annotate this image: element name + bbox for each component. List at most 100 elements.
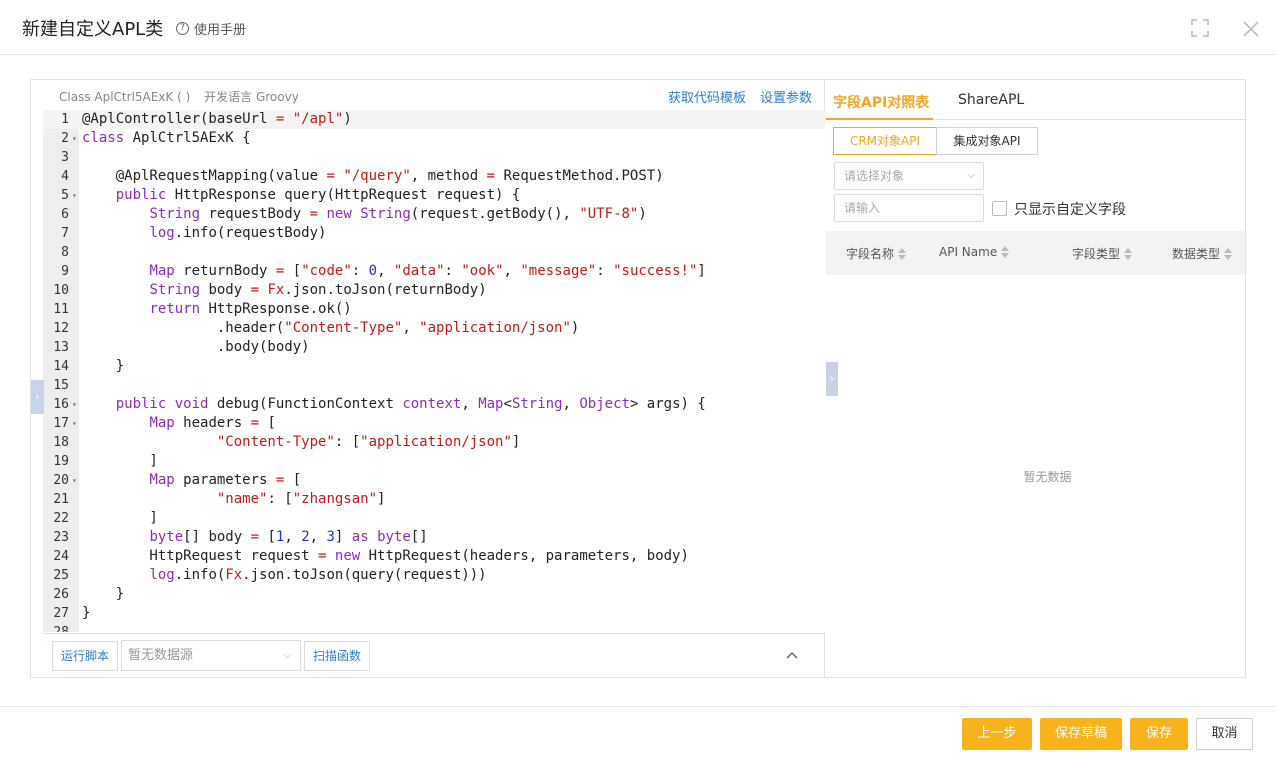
code-line[interactable]: 16 ▾ public void debug(FunctionContext co… <box>43 395 825 414</box>
code-text: public HttpResponse query(HttpRequest re… <box>115 187 521 203</box>
code-line[interactable]: 22 ] <box>43 509 825 528</box>
line-number: 22 <box>53 511 69 526</box>
code-line[interactable]: 11 return HttpResponse.ok() <box>43 300 825 319</box>
code-editor[interactable]: 1 @AplController(baseUrl = "/apl") 2 ▾ class… <box>43 110 825 632</box>
line-number: 4 <box>61 169 69 184</box>
code-text: class AplCtrl5AExK { <box>82 130 251 146</box>
chevron-up-icon[interactable] <box>785 648 799 662</box>
run-script-button[interactable]: 运行脚本 <box>52 641 118 671</box>
code-line[interactable]: 13 .body(body) <box>43 338 825 357</box>
line-number: 24 <box>53 549 69 564</box>
save-button[interactable]: 保存 <box>1130 718 1188 750</box>
scan-functions-button[interactable]: 扫描函数 <box>304 641 370 671</box>
column-data-type[interactable]: 数据类型 <box>1172 245 1233 262</box>
column-api-name[interactable]: API Name <box>939 245 1010 259</box>
code-text: HttpRequest request = new HttpRequest(he… <box>82 548 689 564</box>
empty-state: 暂无数据 <box>1023 470 1072 484</box>
code-line[interactable]: 21 "name": ["zhangsan"] <box>43 490 825 509</box>
tab-shareapl[interactable]: ShareAPL <box>958 92 1024 108</box>
code-line[interactable]: 6 String requestBody = new String(reques… <box>43 205 825 224</box>
code-line[interactable]: 4 @AplRequestMapping(value = "/query", m… <box>43 167 825 186</box>
cancel-button[interactable]: 取消 <box>1196 718 1253 750</box>
sort-icon[interactable] <box>898 247 907 260</box>
dialog-title: 新建自定义APL类 <box>22 19 164 40</box>
chevron-down-icon: ⌵ <box>967 170 975 181</box>
code-line[interactable]: 17 ▾ Map headers = [ <box>43 414 825 433</box>
tab-field-api[interactable]: 字段API对照表 <box>833 92 929 112</box>
line-number: 14 <box>53 359 69 374</box>
code-text: ] <box>82 453 158 469</box>
line-number: 1 <box>61 112 69 127</box>
code-line[interactable]: 19 ] <box>43 452 825 471</box>
prev-step-button[interactable]: 上一步 <box>962 718 1032 750</box>
save-draft-button[interactable]: 保存草稿 <box>1040 718 1122 750</box>
code-line[interactable]: 18 "Content-Type": ["application/json"] <box>43 433 825 452</box>
fold-toggle-icon[interactable]: ▾ <box>72 414 77 433</box>
code-line[interactable]: 9 Map returnBody = ["code": 0, "data": "… <box>43 262 825 281</box>
fold-toggle-icon[interactable]: ▾ <box>72 395 77 414</box>
fold-toggle-icon[interactable]: ▾ <box>72 186 77 205</box>
code-text: } <box>82 586 125 602</box>
code-line[interactable]: 1 @AplController(baseUrl = "/apl") <box>43 110 825 129</box>
column-field-type[interactable]: 字段类型 <box>1072 245 1133 262</box>
code-text: } <box>82 358 125 374</box>
column-label: 字段名称 <box>846 247 895 261</box>
code-text: log.info(Fx.json.toJson(query(request))) <box>149 567 487 583</box>
right-tabs: 字段API对照表 ShareAPL <box>826 80 1245 120</box>
custom-fields-label[interactable]: 只显示自定义字段 <box>1014 199 1126 219</box>
column-field-name[interactable]: 字段名称 <box>846 245 907 262</box>
fullscreen-icon[interactable] <box>1191 19 1209 37</box>
code-line[interactable]: 12 .header("Content-Type", "application/… <box>43 319 825 338</box>
table-header: 字段名称 API Name 字段类型 数据类型 <box>826 231 1245 275</box>
set-params-link[interactable]: 设置参数 <box>760 87 812 106</box>
datasource-select[interactable]: 暂无数据源 ⌵ <box>121 640 301 671</box>
code-line[interactable]: 8 <box>43 243 825 262</box>
editor-toolbar: 运行脚本 暂无数据源 ⌵ 扫描函数 <box>43 633 825 677</box>
code-line[interactable]: 10 String body = Fx.json.toJson(returnBo… <box>43 281 825 300</box>
line-number: 3 <box>61 150 69 165</box>
code-line[interactable]: 15 <box>43 376 825 395</box>
code-text: return HttpResponse.ok() <box>149 301 352 317</box>
search-input[interactable]: 请输入 <box>834 194 984 222</box>
sort-icon[interactable] <box>1001 246 1010 258</box>
help-label: 使用手册 <box>194 23 247 38</box>
code-line[interactable]: 7 log.info(requestBody) <box>43 224 825 243</box>
line-number: 18 <box>53 435 69 450</box>
left-collapse-toggle[interactable]: › <box>31 380 44 414</box>
line-number: 10 <box>53 283 69 298</box>
editor-panel: Class AplCtrl5AExK ( ) 开发语言 Groovy 获取代码模… <box>30 79 1246 678</box>
code-line[interactable]: 5 ▾ public HttpResponse query(HttpRequest… <box>43 186 825 205</box>
sort-icon[interactable] <box>1224 247 1233 260</box>
dialog-header: 新建自定义APL类 ? 使用手册 <box>0 0 1276 55</box>
code-line[interactable]: 23 byte[] body = [1, 2, 3] as byte[] <box>43 528 825 547</box>
code-line[interactable]: 27} <box>43 604 825 623</box>
code-text: @AplController(baseUrl = "/apl") <box>82 111 352 127</box>
code-line[interactable]: 25 log.info(Fx.json.toJson(query(request… <box>43 566 825 585</box>
code-line[interactable]: 2 ▾ class AplCtrl5AExK { <box>43 129 825 148</box>
get-template-link[interactable]: 获取代码模板 <box>668 87 746 106</box>
crm-object-api-button[interactable]: CRM对象API <box>833 127 937 155</box>
code-line[interactable]: 20 ▾ Map parameters = [ <box>43 471 825 490</box>
custom-fields-checkbox[interactable] <box>992 201 1007 216</box>
object-select[interactable]: 请选择对象 ⌵ <box>834 162 984 190</box>
line-number: 21 <box>53 492 69 507</box>
fold-toggle-icon[interactable]: ▾ <box>72 471 77 490</box>
code-line[interactable]: 14 } <box>43 357 825 376</box>
code-text: public void debug(FunctionContext contex… <box>115 396 706 412</box>
code-text: byte[] body = [1, 2, 3] as byte[] <box>149 529 428 545</box>
code-text: } <box>82 605 91 621</box>
code-line[interactable]: 26 } <box>43 585 825 604</box>
fold-toggle-icon[interactable]: ▾ <box>72 129 77 148</box>
code-line[interactable]: 28 <box>43 623 825 632</box>
line-number: 8 <box>61 245 69 260</box>
help-link[interactable]: ? 使用手册 <box>176 19 246 38</box>
sort-icon[interactable] <box>1124 247 1133 260</box>
code-line[interactable]: 24 HttpRequest request = new HttpRequest… <box>43 547 825 566</box>
code-line[interactable]: 3 <box>43 148 825 167</box>
close-icon[interactable] <box>1242 20 1260 38</box>
integration-object-api-button[interactable]: 集成对象API <box>936 127 1038 155</box>
class-info: Class AplCtrl5AExK ( ) 开发语言 Groovy <box>59 88 299 105</box>
code-text: "name": ["zhangsan"] <box>216 491 386 507</box>
line-number: 23 <box>53 530 69 545</box>
active-tab-indicator <box>826 118 933 120</box>
